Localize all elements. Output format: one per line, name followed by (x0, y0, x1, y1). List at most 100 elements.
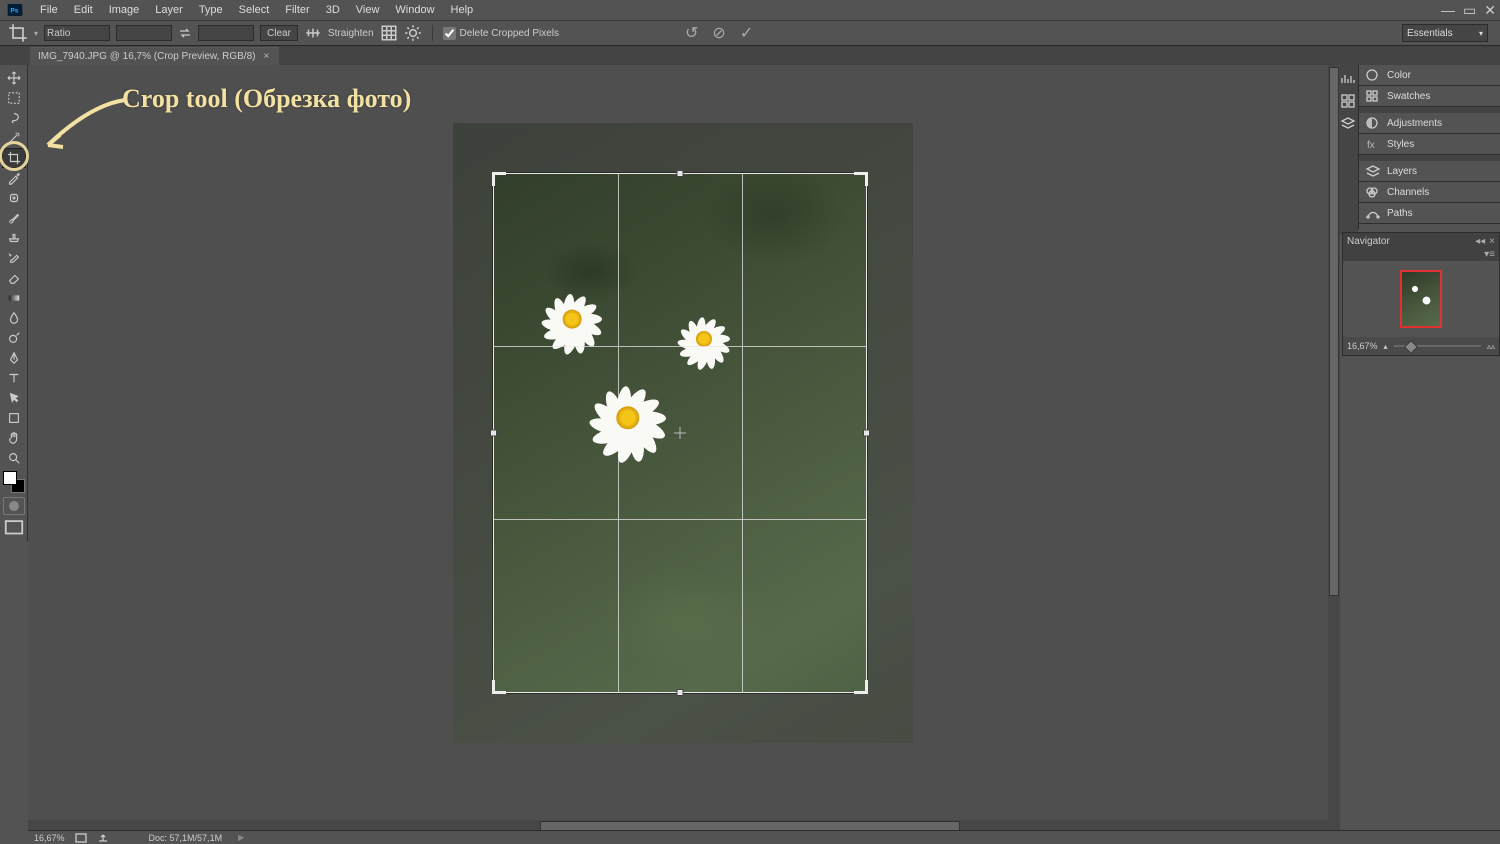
swatches-icon (1365, 89, 1381, 103)
adjustments-icon (1365, 116, 1381, 130)
status-zoom[interactable]: 16,67% (34, 833, 65, 843)
delete-cropped-checkbox[interactable]: Delete Cropped Pixels (443, 27, 560, 40)
zoom-slider[interactable] (1394, 345, 1481, 347)
dodge-tool[interactable] (3, 329, 25, 347)
close-icon[interactable]: ✕ (1484, 2, 1496, 19)
menu-help[interactable]: Help (443, 4, 482, 16)
menu-window[interactable]: Window (387, 4, 442, 16)
crop-handle-edge[interactable] (677, 689, 684, 696)
tool-palette (0, 65, 28, 541)
crop-width-input[interactable] (116, 25, 172, 41)
minimize-icon[interactable]: — (1441, 2, 1455, 19)
layers-panel-tab[interactable]: Layers (1359, 161, 1500, 182)
adjustments-panel-tab[interactable]: Adjustments (1359, 113, 1500, 134)
navigator-zoom-value[interactable]: 16,67% (1347, 341, 1378, 351)
status-expand-icon[interactable] (75, 833, 87, 843)
menu-image[interactable]: Image (101, 4, 148, 16)
eraser-tool[interactable] (3, 269, 25, 287)
maximize-icon[interactable]: ▭ (1463, 2, 1476, 19)
zoom-tool[interactable] (3, 449, 25, 467)
status-doc-size[interactable]: Doc: 57,1M/57,1M (149, 833, 223, 843)
navigator-header[interactable]: Navigator ◂◂× (1343, 233, 1499, 249)
clear-button[interactable]: Clear (260, 25, 298, 41)
marquee-tool[interactable] (3, 89, 25, 107)
panel-close-icon[interactable]: × (1489, 236, 1495, 247)
menu-layer[interactable]: Layer (147, 4, 191, 16)
menu-filter[interactable]: Filter (277, 4, 317, 16)
document-tab-bar: IMG_7940.JPG @ 16,7% (Crop Preview, RGB/… (0, 46, 1500, 65)
crop-gridline (742, 174, 743, 692)
menu-file[interactable]: File (32, 4, 66, 16)
crop-settings-icon[interactable] (404, 24, 422, 42)
move-tool[interactable] (3, 69, 25, 87)
document-tab[interactable]: IMG_7940.JPG @ 16,7% (Crop Preview, RGB/… (30, 47, 279, 65)
panel-collapse-icon[interactable]: ◂◂ (1475, 236, 1485, 247)
status-menu-icon[interactable]: ▶ (238, 833, 244, 842)
swatches-panel-icon[interactable] (1340, 93, 1356, 109)
crop-handle-corner[interactable] (854, 680, 868, 694)
quick-mask-toggle[interactable] (3, 497, 25, 515)
brush-tool[interactable] (3, 209, 25, 227)
navigator-thumbnail[interactable] (1400, 270, 1442, 328)
panel-menu-icon[interactable]: ▾≡ (1484, 249, 1495, 261)
crop-handle-edge[interactable] (677, 170, 684, 177)
channels-panel-tab[interactable]: Channels (1359, 182, 1500, 203)
menu-select[interactable]: Select (231, 4, 278, 16)
paths-panel-tab[interactable]: Paths (1359, 203, 1500, 224)
workspace-switcher[interactable]: Essentials▾ (1402, 24, 1488, 42)
crop-handle-edge[interactable] (490, 430, 497, 437)
navigator-panel[interactable]: Navigator ◂◂× ▾≡ 16,67% ▴ ▵▵ (1342, 232, 1500, 356)
swap-dimensions-icon[interactable] (178, 26, 192, 40)
gradient-tool[interactable] (3, 289, 25, 307)
history-brush-tool[interactable] (3, 249, 25, 267)
crop-tool-icon[interactable] (8, 24, 28, 42)
pen-tool[interactable] (3, 349, 25, 367)
cancel-crop-icon[interactable]: ⊘ (712, 23, 725, 43)
type-tool[interactable] (3, 369, 25, 387)
crop-handle-corner[interactable] (492, 680, 506, 694)
menu-3d[interactable]: 3D (318, 4, 348, 16)
crop-marquee[interactable] (493, 173, 867, 693)
path-selection-tool[interactable] (3, 389, 25, 407)
blur-tool[interactable] (3, 309, 25, 327)
crop-handle-edge[interactable] (863, 430, 870, 437)
zoom-in-icon[interactable]: ▵▵ (1487, 342, 1495, 351)
scrollbar-thumb[interactable] (1329, 67, 1339, 596)
commit-crop-icon[interactable]: ✓ (740, 23, 753, 43)
crop-shield (453, 693, 913, 743)
color-swatches[interactable] (3, 471, 25, 493)
eyedropper-tool[interactable] (3, 169, 25, 187)
document-canvas[interactable] (453, 123, 913, 743)
clone-stamp-tool[interactable] (3, 229, 25, 247)
crop-preset-select[interactable]: Ratio (44, 25, 110, 41)
chevron-down-icon[interactable]: ▾ (34, 29, 38, 38)
crop-height-input[interactable] (198, 25, 254, 41)
shape-tool[interactable] (3, 409, 25, 427)
canvas-area[interactable] (28, 65, 1340, 820)
crop-shield (453, 123, 913, 173)
color-panel-tab[interactable]: Color (1359, 65, 1500, 86)
navigator-thumbnail-area[interactable] (1343, 261, 1499, 337)
crop-handle-corner[interactable] (492, 172, 506, 186)
crop-handle-corner[interactable] (854, 172, 868, 186)
straighten-icon[interactable] (304, 24, 322, 42)
overlay-grid-icon[interactable] (380, 24, 398, 42)
status-export-icon[interactable] (97, 833, 109, 843)
lasso-tool[interactable] (3, 109, 25, 127)
close-tab-icon[interactable]: × (263, 51, 269, 62)
tool-options-bar: ▾ Ratio Clear Straighten Delete Cropped … (0, 20, 1500, 46)
reset-crop-icon[interactable]: ↺ (685, 23, 698, 43)
menu-type[interactable]: Type (191, 4, 231, 16)
screen-mode-icon[interactable] (3, 519, 25, 537)
layers-panel-icon[interactable] (1340, 115, 1356, 131)
hand-tool[interactable] (3, 429, 25, 447)
zoom-out-icon[interactable]: ▴ (1384, 342, 1388, 351)
vertical-scrollbar[interactable] (1328, 65, 1340, 820)
styles-panel-tab[interactable]: fxStyles (1359, 134, 1500, 155)
menu-edit[interactable]: Edit (66, 4, 101, 16)
swatches-panel-tab[interactable]: Swatches (1359, 86, 1500, 107)
paths-icon (1365, 206, 1381, 220)
healing-brush-tool[interactable] (3, 189, 25, 207)
histogram-panel-icon[interactable] (1340, 71, 1356, 87)
menu-view[interactable]: View (348, 4, 388, 16)
